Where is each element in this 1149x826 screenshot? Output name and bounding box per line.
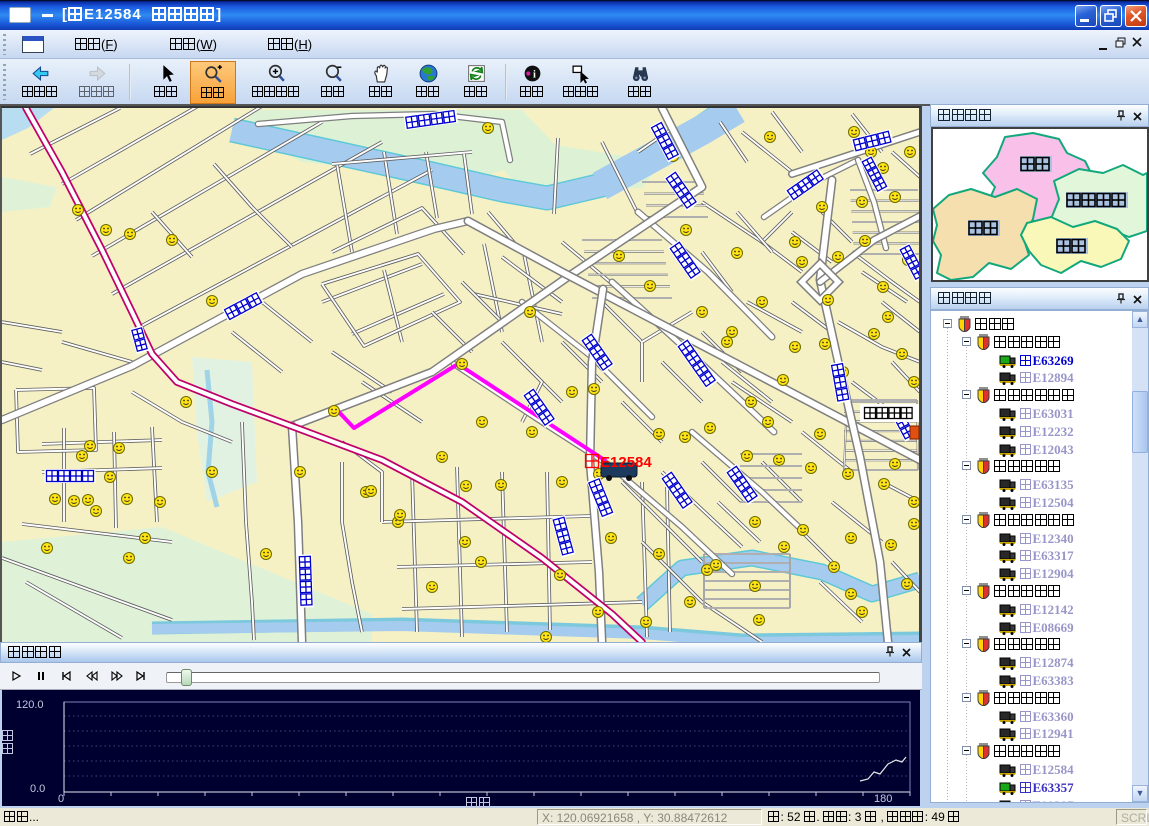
svg-text:i: i (533, 70, 536, 81)
svg-text:E12584: E12584 (600, 454, 652, 471)
